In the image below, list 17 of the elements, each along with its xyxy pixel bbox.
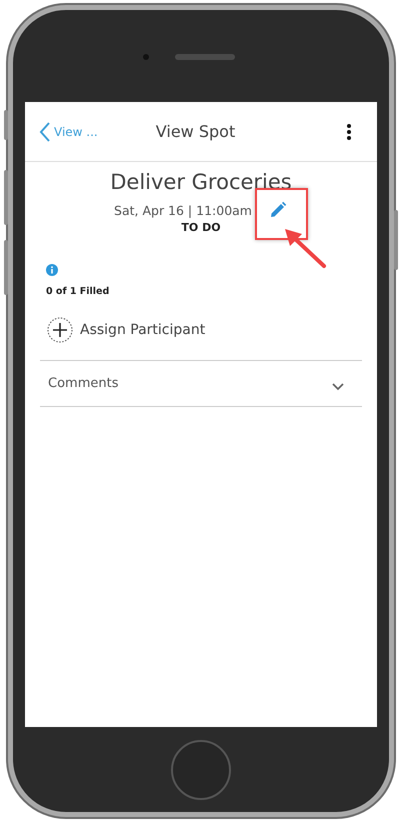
add-circle-icon bbox=[47, 317, 73, 343]
comments-label: Comments bbox=[48, 376, 118, 391]
more-menu-icon[interactable] bbox=[346, 122, 352, 140]
speaker-icon bbox=[175, 54, 235, 60]
highlight-box bbox=[255, 188, 308, 240]
pencil-icon bbox=[268, 201, 287, 219]
chevron-icon bbox=[332, 382, 344, 390]
spot-title: Deliver Groceries bbox=[110, 170, 292, 194]
spot-datetime: Sat, Apr 16 | 11:00am bbox=[114, 202, 252, 218]
back-chevron-icon bbox=[39, 120, 51, 142]
assign-participant-button[interactable]: Assign Participant bbox=[47, 317, 206, 343]
filled-count: 0 of 1 Filled bbox=[46, 286, 110, 297]
info-icon[interactable] bbox=[46, 264, 58, 276]
camera-icon bbox=[143, 54, 149, 60]
page-title: View Spot bbox=[156, 122, 236, 141]
spot-status: TO DO bbox=[181, 221, 221, 234]
comments-section[interactable]: Comments bbox=[40, 360, 362, 407]
